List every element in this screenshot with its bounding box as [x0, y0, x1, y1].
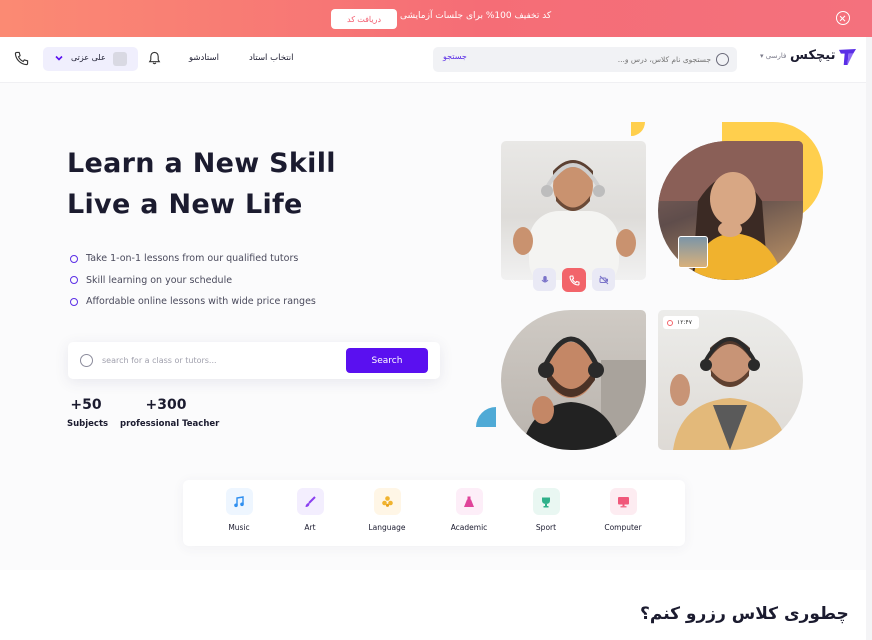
category-label: Language	[368, 523, 406, 532]
hero-title-line-1: Learn a New Skill	[67, 148, 336, 179]
section-title: چطوری کلاس رزرو کنم؟	[640, 604, 849, 624]
search-icon	[80, 354, 93, 367]
video-off-icon	[599, 275, 608, 284]
microphone-icon	[541, 275, 548, 282]
category-label: Computer	[604, 523, 642, 532]
category-academic[interactable]: Academic	[434, 488, 504, 532]
tutor-illustration	[513, 160, 636, 280]
category-music[interactable]: Music	[204, 488, 274, 532]
category-art[interactable]: Art	[275, 488, 345, 532]
benefit-item: Affordable online lessons with wide pric…	[70, 291, 316, 313]
hero-title-line-2: Live a New Life	[67, 189, 303, 220]
chevron-down-icon	[55, 55, 63, 61]
benefit-text: Take 1-on-1 lessons from our qualified t…	[86, 253, 299, 265]
hero-search-button[interactable]: Search	[346, 348, 428, 373]
stat-label: Subjects	[67, 419, 109, 429]
hero-search: Search	[68, 342, 440, 379]
record-icon	[667, 319, 673, 326]
decor-yellow-quarter	[631, 122, 645, 136]
teacher-photo	[658, 310, 803, 450]
header: تیچکس فارسی ▾ جستجو انتخاب استاد استادشو…	[0, 37, 872, 83]
promo-banner: کد تخفیف 100% برای جلسات آزمایشی دریافت …	[0, 0, 872, 37]
benefit-item: Skill learning on your schedule	[70, 270, 316, 292]
phone-icon	[568, 274, 580, 286]
mute-button[interactable]	[533, 268, 556, 291]
get-code-button[interactable]: دریافت کد	[331, 9, 397, 29]
teacher-illustration	[670, 337, 788, 450]
promo-text: کد تخفیف 100% برای جلسات آزمایشی	[400, 11, 552, 21]
end-call-button[interactable]	[562, 268, 586, 292]
category-label: Academic	[450, 523, 488, 532]
nav-choose-teacher[interactable]: انتخاب استاد	[249, 53, 294, 63]
bullet-icon	[70, 254, 78, 263]
bell-icon[interactable]	[148, 51, 161, 65]
logo-text[interactable]: تیچکس	[790, 48, 836, 63]
benefit-text: Skill learning on your schedule	[86, 274, 233, 286]
language-selector[interactable]: فارسی ▾	[760, 52, 786, 60]
category-sport[interactable]: Sport	[511, 488, 581, 532]
stat-value: +300	[145, 397, 187, 413]
category-label: Art	[304, 523, 316, 532]
header-search-input[interactable]	[543, 51, 711, 68]
logo-icon[interactable]	[838, 48, 857, 66]
user-name: علی عزتی	[71, 53, 106, 62]
trophy-icon	[532, 488, 560, 515]
category-label: Sport	[535, 523, 557, 532]
tutor-video-photo	[501, 141, 646, 280]
search-icon	[716, 53, 729, 66]
header-search-button[interactable]: جستجو	[443, 52, 467, 61]
language-label: فارسی	[765, 52, 787, 60]
brush-icon	[296, 488, 324, 515]
nav-become-teacher[interactable]: استادشو	[189, 53, 219, 63]
close-icon[interactable]	[836, 11, 850, 25]
benefit-text: Affordable online lessons with wide pric…	[86, 296, 316, 308]
hero-search-input[interactable]	[102, 352, 332, 369]
phone-icon[interactable]	[14, 51, 29, 66]
stat-label: professional Teacher	[120, 419, 220, 429]
category-language[interactable]: Language	[352, 488, 422, 532]
hero-benefits-list: Take 1-on-1 lessons from our qualified t…	[70, 248, 316, 313]
user-menu[interactable]: علی عزتی	[43, 47, 138, 71]
category-bar: Music Art Language Academic Sport Comput…	[183, 480, 685, 546]
category-label: Music	[228, 523, 250, 532]
music-note-icon	[225, 488, 253, 515]
category-computer[interactable]: Computer	[588, 488, 658, 532]
recording-badge: ۱۲:۴۷	[663, 316, 699, 329]
language-icon	[373, 488, 401, 515]
stat-value: +50	[70, 397, 102, 413]
benefit-item: Take 1-on-1 lessons from our qualified t…	[70, 248, 316, 270]
tutor-illustration	[521, 336, 646, 450]
header-search: جستجو	[433, 47, 737, 72]
bullet-icon	[70, 276, 78, 285]
stat-subjects: +50 Subjects	[67, 397, 109, 429]
monitor-icon	[609, 488, 637, 515]
camera-off-button[interactable]	[592, 268, 615, 291]
decor-blue-quarter	[476, 407, 496, 427]
recording-time: ۱۲:۴۷	[677, 319, 692, 326]
pip-video-thumbnail	[678, 236, 708, 268]
scrollbar[interactable]	[866, 37, 872, 640]
tutor-headset-photo	[501, 310, 646, 450]
stat-teachers: +300 professional Teacher	[120, 397, 220, 429]
avatar	[113, 52, 127, 66]
flask-icon	[455, 488, 483, 515]
bullet-icon	[70, 297, 78, 306]
